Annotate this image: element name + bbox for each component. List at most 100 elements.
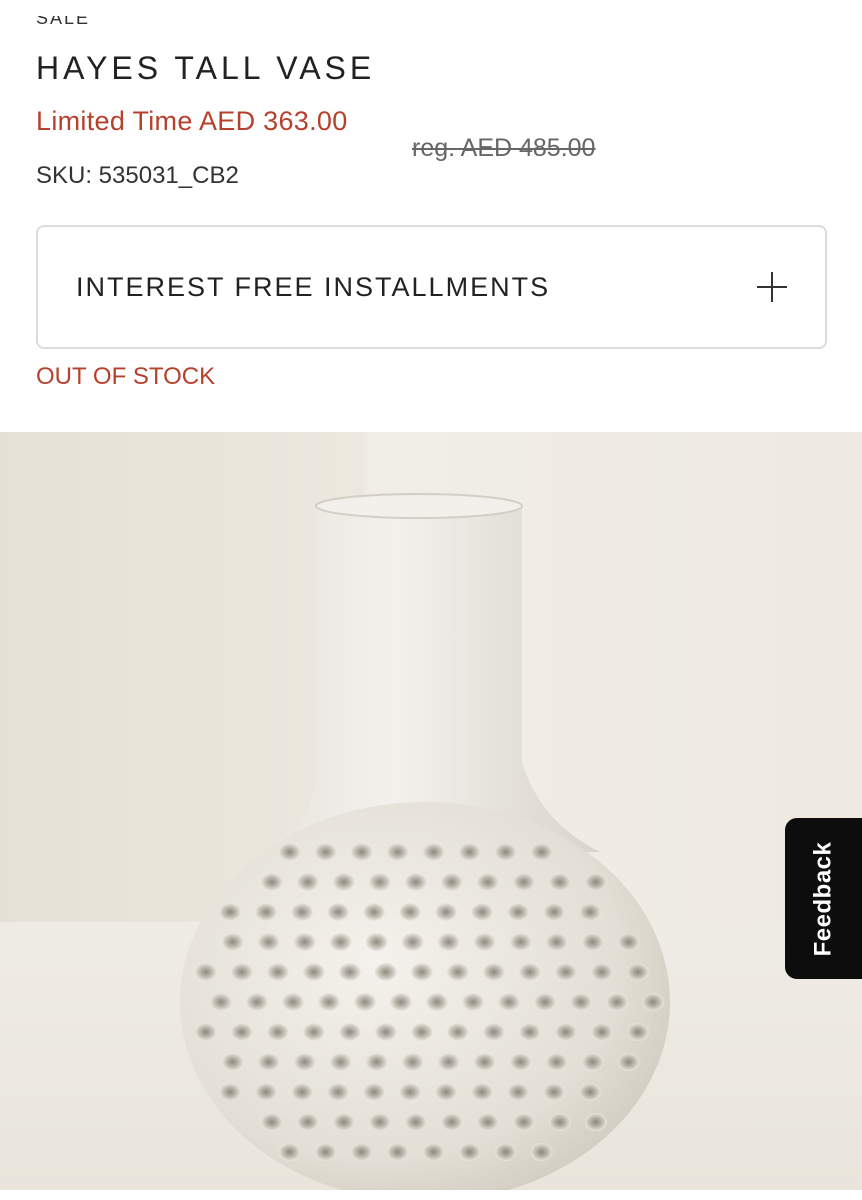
plus-icon[interactable] [757,272,787,302]
product-image [0,432,862,1190]
vase-bump [458,843,481,861]
vase-bump [579,903,602,921]
vase-bump [507,903,530,921]
vase-bump [626,963,649,981]
vase-bump [327,1083,350,1101]
vase-bump [350,1143,373,1161]
vase-bump [293,1053,316,1071]
vase-bump [548,1113,571,1131]
vase-bump [545,1053,568,1071]
vase-bump [437,1053,460,1071]
vase-bump [518,1023,541,1041]
vase-bump [368,1113,391,1131]
vase-bump [570,993,592,1011]
vase-bump [617,933,640,951]
vase-bump [435,903,458,921]
sale-price: Limited Time AED 363.00 [36,106,348,136]
vase-bump [332,1113,355,1131]
vase-bump [410,963,433,981]
installments-label: INTEREST FREE INSTALLMENTS [76,271,551,302]
vase-bump [581,933,604,951]
vase-bump [446,963,469,981]
vase-bump [327,903,350,921]
vase-bump [374,963,397,981]
installments-accordion[interactable]: INTEREST FREE INSTALLMENTS [36,225,827,349]
vase-bump [606,993,628,1011]
vase-bump [642,993,664,1011]
vase-bump [518,963,541,981]
vase-bump [482,963,505,981]
vase-bump [194,963,217,981]
vase-bump [458,1143,481,1161]
vase-bump [498,993,520,1011]
vase-bump [494,843,517,861]
vase-bump [278,1143,301,1161]
vase-bump [291,1083,314,1101]
vase-bump [365,1053,388,1071]
vase-bump [404,1113,427,1131]
feedback-tab[interactable]: Feedback [785,818,862,979]
vase-bump [291,903,314,921]
vase-bump [579,1083,602,1101]
vase-bump [435,1083,458,1101]
vase-bump [476,873,499,891]
vase-bump [476,1113,499,1131]
vase-bump [255,903,278,921]
feedback-label: Feedback [809,841,837,956]
vase-bump [194,1023,217,1041]
vase-bump [462,993,484,1011]
vase-bump [221,1053,244,1071]
vase-bump [260,873,283,891]
vase-bump [302,1023,325,1041]
vase-bump [410,1023,433,1041]
vase-bump [363,903,386,921]
vase-bump [509,933,532,951]
vase-bump [404,873,427,891]
vase-bump [210,993,232,1011]
vase-bump [350,843,373,861]
vase-bump [401,933,424,951]
vase-bump [338,1023,361,1041]
vase-bump [473,1053,496,1071]
vase-bump [590,963,613,981]
vase-bump [581,1053,604,1071]
vase-bump [401,1053,424,1071]
vase-bump [482,1023,505,1041]
vase-bump [278,843,301,861]
vase-bump [440,1113,463,1131]
vase-bump [399,903,422,921]
vase-bump [386,843,409,861]
vase-bump [365,933,388,951]
vase-bump [266,963,289,981]
vase-bump [512,873,535,891]
stock-status: OUT OF STOCK [36,363,216,390]
vase-bump [282,993,304,1011]
bottom-strip [0,1190,862,1200]
vase-bump [545,933,568,951]
vase-bump [302,963,325,981]
vase-bump [338,963,361,981]
vase-bump [507,1083,530,1101]
vase-bump [386,1143,409,1161]
vase-bump [509,1053,532,1071]
vase-bump [219,1083,242,1101]
vase-bump [471,1083,494,1101]
vase-bump [422,1143,445,1161]
vase-bump [512,1113,535,1131]
vase-bump [374,1023,397,1041]
vase-bump [590,1023,613,1041]
vase-bump [554,963,577,981]
vase-bump [471,903,494,921]
vase-illustration [0,432,862,1190]
vase-bump [296,1113,319,1131]
vase-bump [230,1023,253,1041]
vase-bump [314,843,337,861]
vase-bump [230,963,253,981]
vase-bump [617,1053,640,1071]
vase-bump [329,1053,352,1071]
vase-bump [329,933,352,951]
vase-bump [363,1083,386,1101]
vase-bump [266,1023,289,1041]
vase-bump [543,903,566,921]
vase-bump [446,1023,469,1041]
